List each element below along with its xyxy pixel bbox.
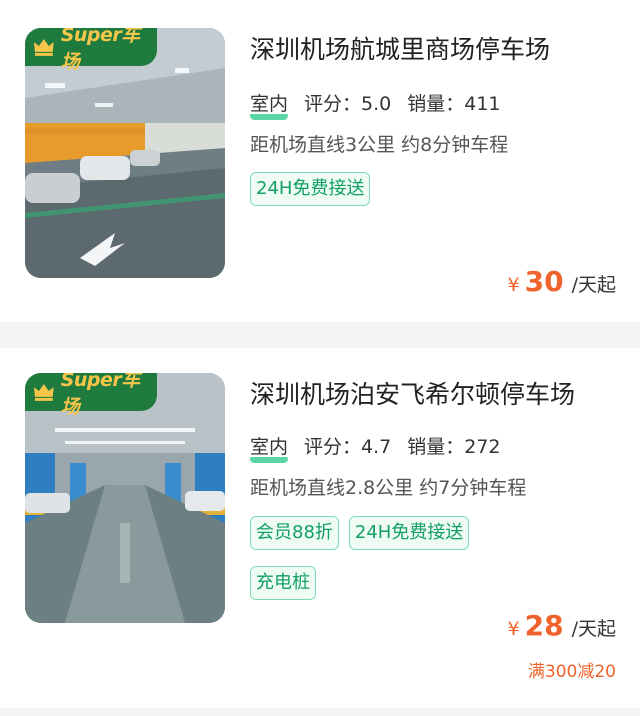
currency-symbol: ¥ (507, 274, 520, 296)
badge-label: Super车场 (60, 373, 141, 418)
price-block: ¥ 28 /天起 (508, 609, 616, 642)
badge-label: Super车场 (60, 28, 141, 73)
rating: 评分：5.0 (304, 93, 392, 115)
distance-info: 距机场直线3公里 约8分钟车程 (250, 134, 509, 156)
tag-shuttle: 24H免费接送 (250, 172, 371, 206)
sales-count: 销量：272 (407, 436, 501, 458)
price-unit: /天起 (571, 274, 616, 296)
tag-list: 24H免费接送 (250, 172, 540, 222)
tag-charging: 充电桩 (250, 566, 316, 600)
parking-listing-card[interactable]: Super车场 深圳机场航城里商场停车场 室内 评分：5.0 销量：411 距机… (0, 0, 640, 322)
tag-shuttle: 24H免费接送 (348, 516, 470, 550)
super-badge: Super车场 (25, 373, 157, 418)
listing-meta: 室内 评分：4.7 销量：272 (250, 432, 517, 463)
rating: 评分：4.7 (304, 436, 392, 458)
tag-list: 会员88折 24H免费接送 充电桩 (250, 516, 540, 616)
crown-icon (33, 384, 54, 401)
listing-title: 深圳机场泊安飞希尔顿停车场 (250, 380, 576, 409)
indoor-label: 室内 (250, 432, 289, 463)
parking-listing-card[interactable]: Super车场 深圳机场泊安飞希尔顿停车场 室内 评分：4.7 销量：272 距… (0, 348, 640, 708)
super-badge: Super车场 (25, 28, 157, 73)
indoor-label: 室内 (250, 89, 289, 120)
price-value: 28 (524, 609, 564, 642)
listing-meta: 室内 评分：5.0 销量：411 (250, 89, 517, 120)
currency-symbol: ¥ (507, 618, 520, 640)
price-unit: /天起 (571, 618, 616, 640)
promo-text: 满300减20 (527, 662, 616, 682)
sales-count: 销量：411 (407, 93, 501, 115)
distance-info: 距机场直线2.8公里 约7分钟车程 (250, 477, 527, 499)
listing-title: 深圳机场航城里商场停车场 (250, 35, 551, 64)
parking-lot-photo: Super车场 (25, 28, 225, 278)
price-value: 30 (524, 265, 564, 298)
parking-lot-photo: Super车场 (25, 373, 225, 623)
price-block: ¥ 30 /天起 (508, 265, 616, 298)
tag-member-discount: 会员88折 (250, 516, 339, 550)
crown-icon (33, 39, 54, 56)
